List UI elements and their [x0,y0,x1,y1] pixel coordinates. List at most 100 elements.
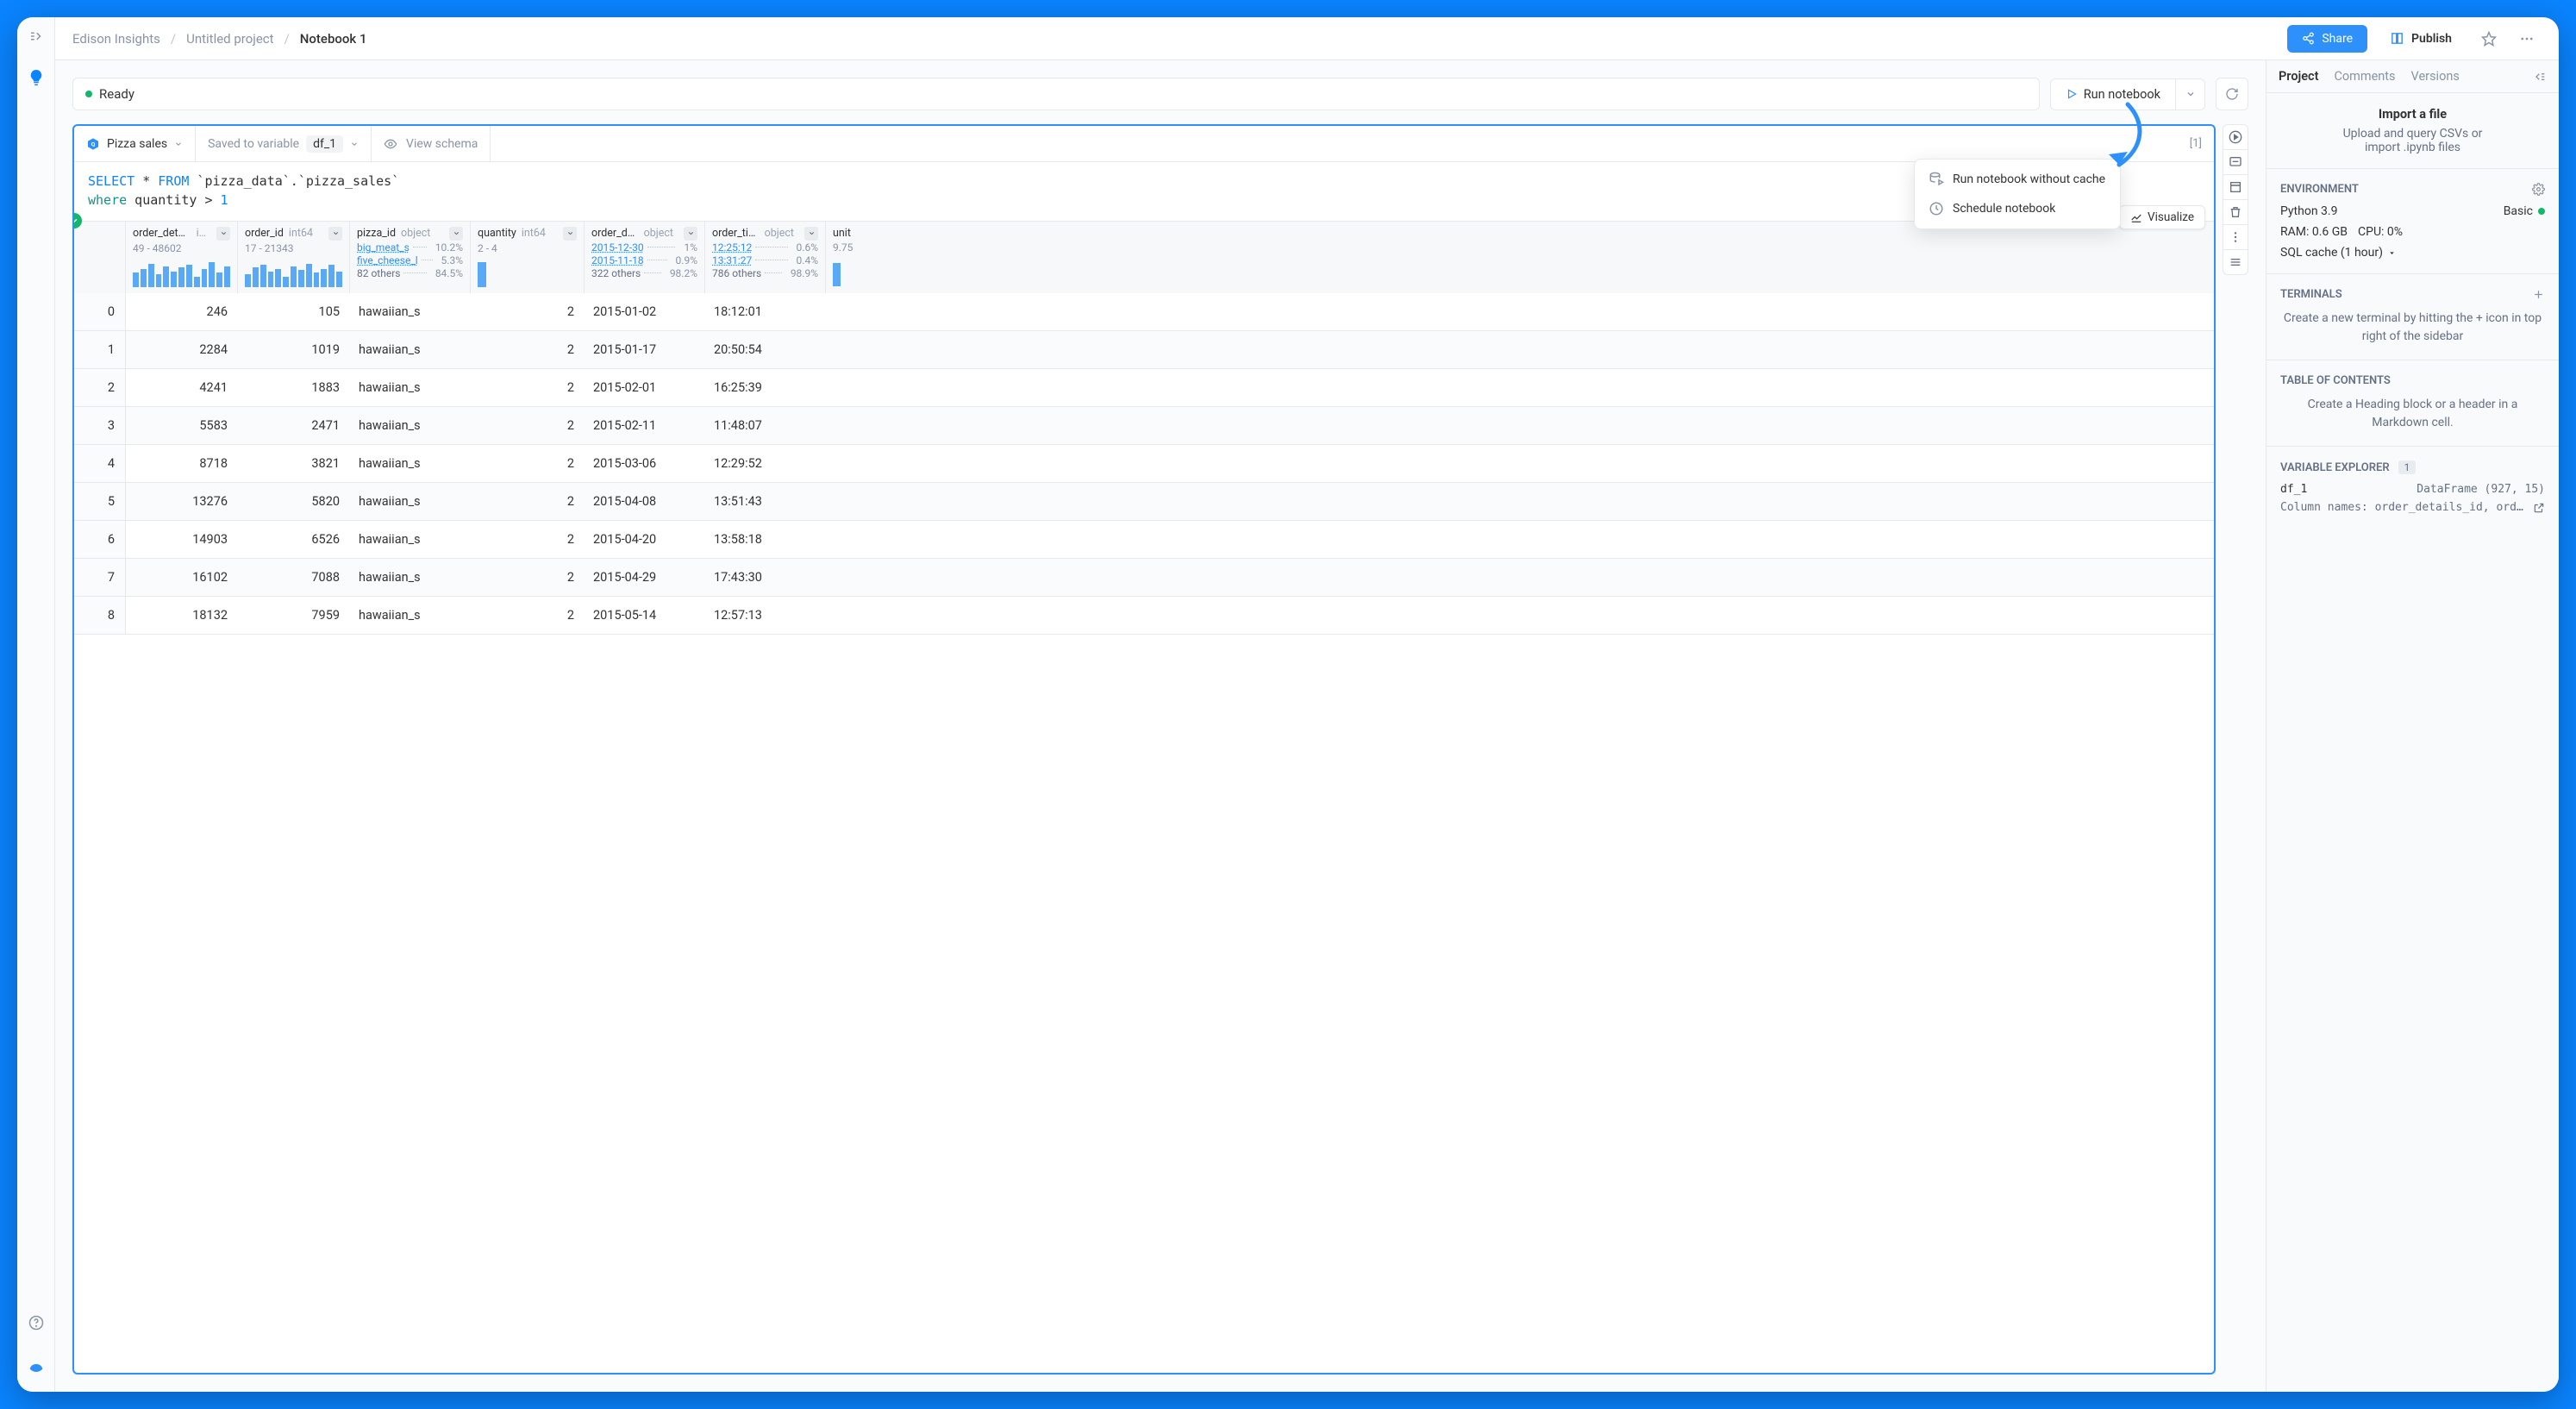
table-cell: 14903 [126,532,238,547]
add-terminal-button[interactable] [2532,288,2545,301]
row-index: 7 [74,559,126,596]
table-cell: 13:51:43 [705,494,826,509]
table-cell: hawaiian_s [350,570,471,585]
run-notebook-button[interactable]: Run notebook [2051,79,2175,110]
env-settings-button[interactable] [2532,183,2545,196]
env-cpu: CPU: 0% [2358,225,2403,239]
sql-code[interactable]: SELECT * FROM `pizza_data`.`pizza_sales`… [74,162,2214,221]
col-name[interactable]: quantity [478,227,516,240]
datasource-label: Pizza sales [107,137,167,151]
dots-vertical-icon [2229,230,2242,244]
tab-versions[interactable]: Versions [2411,69,2460,84]
terminals-placeholder: Create a new terminal by hitting the + i… [2280,310,2545,346]
breadcrumb-org[interactable]: Edison Insights [72,31,160,47]
col-menu-icon[interactable] [328,227,342,241]
col-summary: 17 - 21343 [245,242,342,254]
col-name[interactable]: order_details_id [133,227,191,240]
table-cell: 2015-04-29 [585,570,705,585]
help-icon[interactable] [24,1311,48,1335]
svg-text:Q: Q [91,141,96,147]
delete-button[interactable] [2223,199,2248,225]
col-menu-icon[interactable] [684,227,697,241]
table-row[interactable]: 7161027088hawaiian_s22015-04-2917:43:30 [74,559,2214,597]
import-section[interactable]: Import a file Upload and query CSVs or i… [2267,93,2559,169]
table-row[interactable]: 0246105hawaiian_s22015-01-0218:12:01 [74,293,2214,331]
comment-button[interactable] [2223,149,2248,175]
variable-chip[interactable]: Saved to variable df_1 [196,126,372,161]
visualize-label: Visualize [2148,210,2194,224]
data-table: 0246105hawaiian_s22015-01-0218:12:011228… [74,293,2214,1374]
varexp-name[interactable]: df_1 [2280,483,2307,496]
col-menu-icon[interactable] [449,227,463,241]
tab-comments[interactable]: Comments [2334,69,2395,84]
chevron-down-icon [2185,89,2196,99]
left-rail [17,17,55,1392]
more-button[interactable] [2512,24,2542,53]
publish-button[interactable]: Publish [2376,25,2466,52]
col-menu-icon[interactable] [804,227,818,241]
table-cell: 2 [471,608,585,623]
col-menu-icon[interactable] [563,227,577,241]
table-row[interactable]: 242411883hawaiian_s22015-02-0116:25:39 [74,369,2214,407]
col-name[interactable]: order_id [245,227,284,240]
more-vert-button[interactable] [2223,224,2248,250]
breadcrumb-project[interactable]: Untitled project [186,31,273,47]
schedule-notebook-label: Schedule notebook [1953,202,2055,216]
profile-icon[interactable] [24,1350,48,1375]
table-cell: 2 [471,494,585,509]
col-name[interactable]: unit [833,227,851,240]
panel-collapse-button[interactable] [2533,70,2547,84]
col-name[interactable]: order_time [712,227,760,240]
kernel-status-text: Ready [99,86,134,102]
check-icon [72,216,78,225]
view-schema-button[interactable]: View schema [372,126,491,161]
share-button[interactable]: Share [2287,25,2367,53]
table-cell: 11:48:07 [705,418,826,433]
col-name[interactable]: order_date [591,227,639,240]
lightbulb-icon[interactable] [24,66,48,90]
star-button[interactable] [2474,24,2504,53]
table-cell: 17:43:30 [705,570,826,585]
toc-heading: TABLE OF CONTENTS [2280,374,2545,387]
import-title: Import a file [2280,107,2545,122]
gear-icon [2532,183,2545,196]
tab-project[interactable]: Project [2279,69,2318,84]
breadcrumb-notebook[interactable]: Notebook 1 [300,31,367,47]
table-cell: 2015-01-02 [585,304,705,319]
table-row[interactable]: 122841019hawaiian_s22015-01-1720:50:54 [74,331,2214,369]
archive-icon [2229,180,2242,194]
table-row[interactable]: 487183821hawaiian_s22015-03-0612:29:52 [74,445,2214,483]
schedule-notebook-item[interactable]: Schedule notebook [1920,194,2115,223]
col-name[interactable]: pizza_id [357,227,396,240]
table-cell: 2 [471,418,585,433]
table-row[interactable]: 5132765820hawaiian_s22015-04-0813:51:43 [74,483,2214,521]
table-cell: 2015-05-14 [585,608,705,623]
collapse-icon [2533,70,2547,84]
table-row[interactable]: 6149036526hawaiian_s22015-04-2013:58:18 [74,521,2214,559]
run-options-chevron[interactable] [2175,79,2204,110]
row-index: 5 [74,483,126,520]
sidebar-expand-icon[interactable] [24,24,48,48]
visualize-button[interactable]: Visualize [2119,205,2205,229]
breadcrumb-sep: / [171,31,176,47]
archive-button[interactable] [2223,174,2248,200]
table-cell: 2 [471,304,585,319]
run-cell-button[interactable] [2223,124,2248,150]
plus-icon [2532,288,2545,301]
run-without-cache-item[interactable]: Run notebook without cache [1920,165,2115,194]
sort-button[interactable] [2223,249,2248,275]
sql-cache-selector[interactable]: SQL cache (1 hour) [2280,246,2396,260]
execution-count: [1] [2178,126,2214,161]
datasource-chip[interactable]: Q Pizza sales [74,126,196,161]
varexp-link-button[interactable] [2533,502,2545,514]
book-icon [2390,31,2404,46]
table-cell: hawaiian_s [350,418,471,433]
view-schema-label: View schema [406,137,478,151]
table-cell: 2 [471,342,585,357]
reload-button[interactable] [2216,78,2248,110]
table-cell: 6526 [238,532,350,547]
col-menu-icon[interactable] [216,227,230,241]
table-row[interactable]: 8181327959hawaiian_s22015-05-1412:57:13 [74,597,2214,635]
table-cell: 2 [471,532,585,547]
table-row[interactable]: 355832471hawaiian_s22015-02-1111:48:07 [74,407,2214,445]
